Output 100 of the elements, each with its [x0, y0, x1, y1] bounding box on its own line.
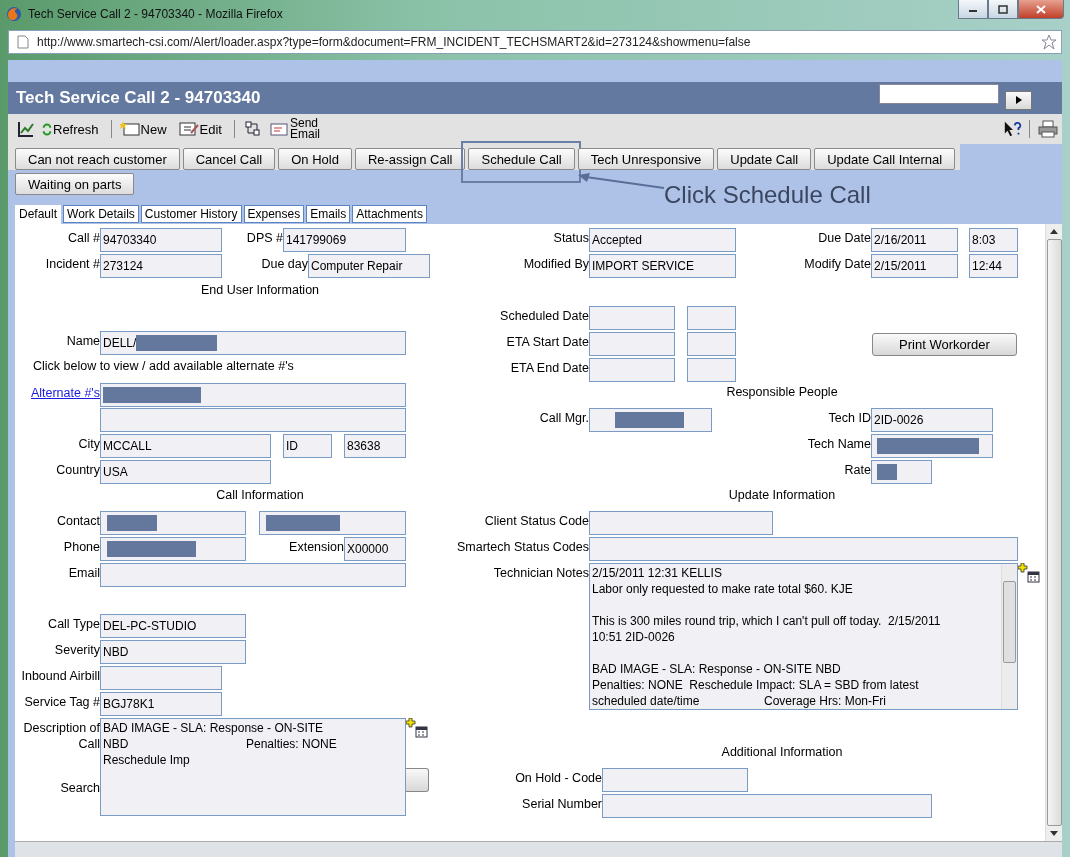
new-document-icon [119, 121, 140, 137]
tab[interactable]: Customer History [140, 205, 242, 223]
input-field[interactable]: BGJ78K1 [100, 692, 222, 716]
input-field[interactable]: DELL/ [100, 331, 406, 355]
text-area[interactable]: BAD IMAGE - SLA: Response - ON-SITE NBD Penalties: NONE Reschedule Imp [100, 718, 406, 816]
input-field[interactable]: 12:44 [969, 254, 1018, 278]
input-field[interactable]: NBD [100, 640, 246, 664]
action-button[interactable]: On Hold [278, 148, 352, 170]
input-field[interactable]: 2/16/2011 [871, 228, 958, 252]
action-button[interactable]: Schedule Call [468, 148, 575, 170]
address-field[interactable]: http://www.smartech-csi.com/Alert/loader.aspx?type=form&document=FRM_INCIDENT_TECHSMART2&id=273124&showmenu=false [8, 30, 1062, 54]
input-field[interactable] [100, 383, 406, 407]
add-calendar-icon[interactable] [1018, 563, 1040, 583]
input-field[interactable]: 83638 [344, 434, 406, 458]
field-label: Call # [68, 230, 100, 246]
field-label: Service Tag # [24, 694, 100, 710]
input-field[interactable] [602, 794, 932, 818]
page-icon [17, 35, 29, 49]
action-button[interactable]: Cancel Call [182, 148, 276, 170]
tree-icon[interactable] [242, 120, 263, 138]
maximize-icon [998, 4, 1008, 14]
input-field[interactable]: ID [283, 434, 332, 458]
input-field[interactable]: 94703340 [100, 228, 222, 252]
action-button[interactable]: Update Call Internal [814, 148, 956, 170]
field-label: Call Mgr. [539, 410, 589, 426]
input-field[interactable] [589, 537, 1018, 561]
printer-icon[interactable] [1038, 120, 1058, 138]
input-field[interactable]: MCCALL [100, 434, 271, 458]
field-label: Smartech Status Codes [457, 539, 589, 555]
search-button[interactable] [406, 768, 429, 792]
field-label: ETA Start Date [506, 334, 589, 350]
input-field[interactable]: Computer Repair [308, 254, 430, 278]
help-icon[interactable] [1003, 120, 1023, 138]
input-field[interactable] [100, 666, 222, 690]
field-label: On Hold - Code [515, 770, 602, 786]
tab[interactable]: Attachments [352, 205, 427, 223]
input-field[interactable]: IMPORT SERVICE [589, 254, 736, 278]
annotation-text: Click Schedule Call [664, 181, 871, 209]
input-field[interactable] [589, 332, 675, 356]
scroll-down-icon[interactable] [1050, 831, 1058, 836]
scrollbar[interactable] [1045, 224, 1062, 841]
input-field[interactable]: X00000 [344, 537, 406, 561]
refresh-button[interactable]: Refresh [42, 121, 99, 137]
input-field[interactable] [100, 511, 246, 535]
play-icon [1015, 96, 1022, 104]
input-field[interactable] [871, 434, 993, 458]
chart-icon[interactable] [16, 120, 36, 138]
text-area[interactable]: 2/15/2011 12:31 KELLIS Labor only requested to make rate total $60. KJE This is 300 miles round trip, which I can't pull off today. 2/15/2011 10:51 2ID-0026 BAD IMAGE - SLA: Response - ON-SITE NBD Penalties: NONE Reschedule Impact: SLA = SBD from latest scheduled date/time Coverage Hrs: Mon-Fri [589, 563, 1018, 710]
action-button[interactable]: Update Call [717, 148, 812, 170]
bookmark-star-icon[interactable] [1041, 34, 1057, 50]
input-field[interactable]: 2ID-0026 [871, 408, 993, 432]
action-button[interactable]: Re-assign Call [354, 148, 466, 170]
tab[interactable]: Default [15, 205, 62, 224]
input-field[interactable]: Accepted [589, 228, 736, 252]
close-button[interactable] [1018, 0, 1064, 19]
field-label: Name [66, 333, 100, 349]
input-field[interactable]: USA [100, 460, 271, 484]
page-title: Tech Service Call 2 - 94703340 [16, 88, 262, 108]
input-field[interactable] [589, 408, 712, 432]
input-field[interactable]: 2/15/2011 [871, 254, 958, 278]
input-field[interactable] [602, 768, 748, 792]
edit-button[interactable]: Edit [178, 121, 222, 137]
action-button[interactable]: Can not reach customer [15, 148, 180, 170]
tab[interactable]: Emails [306, 205, 351, 223]
print-workorder-button[interactable]: Print Workorder [872, 333, 1017, 356]
input-field[interactable] [687, 332, 736, 356]
input-field[interactable] [100, 537, 246, 561]
new-button[interactable]: New [119, 121, 167, 137]
scroll-up-icon[interactable] [1050, 229, 1058, 234]
input-field[interactable]: 273124 [100, 254, 222, 278]
go-button[interactable] [1005, 90, 1032, 110]
close-icon [1036, 4, 1046, 14]
input-field[interactable]: 141799069 [283, 228, 406, 252]
input-field[interactable] [687, 358, 736, 382]
section-heading: Update Information [727, 488, 837, 504]
scrollbar[interactable] [1001, 565, 1017, 709]
input-field[interactable] [589, 511, 773, 535]
alternate-numbers-link[interactable]: Alternate #'s [30, 385, 100, 401]
tab[interactable]: Expenses [243, 205, 305, 223]
input-field[interactable] [100, 563, 406, 587]
input-field[interactable]: DEL-PC-STUDIO [100, 614, 246, 638]
maximize-button[interactable] [988, 0, 1018, 19]
add-calendar-icon[interactable] [406, 718, 428, 738]
input-field[interactable] [871, 460, 932, 484]
input-field[interactable] [589, 358, 675, 382]
search-field[interactable] [879, 84, 999, 104]
field-label: Client Status Code [484, 513, 589, 529]
minimize-button[interactable] [958, 0, 988, 19]
input-field[interactable] [589, 306, 675, 330]
field-label: Extension [289, 539, 344, 555]
field-label: Modify Date [804, 256, 871, 272]
tab[interactable]: Work Details [63, 205, 139, 223]
input-field[interactable] [259, 511, 406, 535]
send-email-button[interactable]: Send Email [268, 118, 324, 140]
input-field[interactable]: 8:03 [969, 228, 1018, 252]
input-field[interactable] [100, 408, 406, 432]
input-field[interactable] [687, 306, 736, 330]
window-title: Tech Service Call 2 - 94703340 - Mozilla Firefox [28, 7, 284, 21]
action-button[interactable]: Waiting on parts [15, 173, 135, 195]
action-button[interactable]: Tech Unresponsive [577, 148, 715, 170]
